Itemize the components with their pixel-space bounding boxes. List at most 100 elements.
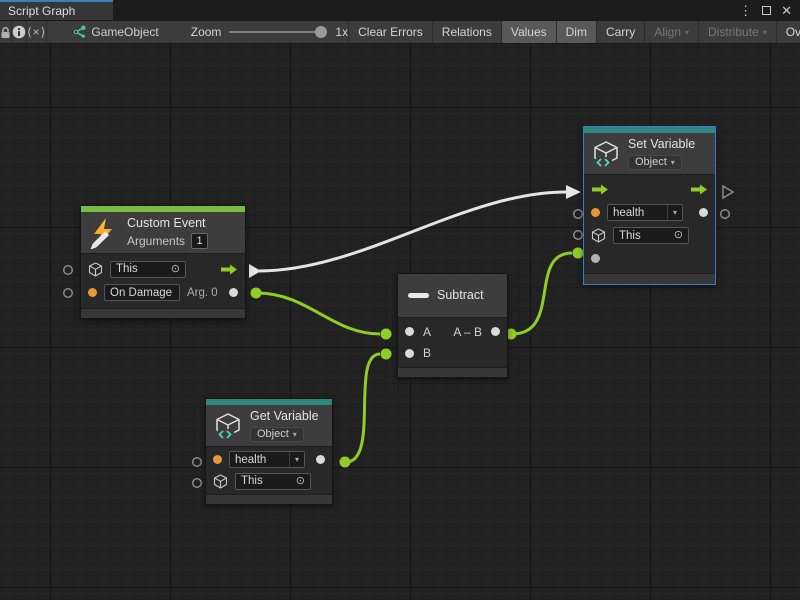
scope-dropdown[interactable]: Object ▾: [250, 427, 304, 442]
gameobject-label: GameObject: [91, 25, 158, 39]
node-header[interactable]: Get Variable Object ▾: [206, 405, 332, 447]
arg0-port-icon[interactable]: [229, 288, 238, 297]
name-port-icon[interactable]: [213, 455, 222, 464]
node-header[interactable]: Set Variable Object ▾: [584, 133, 715, 175]
wire-get-to-b: [346, 354, 380, 462]
code-view-button[interactable]: ⟨×⟩: [27, 21, 47, 43]
node-body: health ▾ This ⊙: [584, 175, 715, 273]
flow-out-arrow-icon[interactable]: [220, 264, 238, 275]
clear-errors-button[interactable]: Clear Errors: [348, 21, 433, 43]
port-setvar-target-in[interactable]: [574, 231, 583, 240]
value-in-port-icon[interactable]: [591, 254, 600, 263]
input-b-port-icon[interactable]: [405, 349, 414, 358]
chevron-down-icon: ▾: [293, 430, 297, 439]
relations-button[interactable]: Relations: [433, 21, 502, 43]
zoom-value: 1x: [335, 25, 348, 39]
wire-subtract-to-set: [512, 253, 572, 334]
node-subtract[interactable]: Subtract A A – B B: [397, 273, 508, 378]
output-port-icon[interactable]: [491, 327, 500, 336]
wire-arg0-to-a: [257, 293, 380, 334]
port-setvar-value-out[interactable]: [721, 210, 730, 219]
window-menu-icon[interactable]: ⋮: [739, 4, 752, 17]
event-name-field[interactable]: On Damage: [104, 284, 180, 301]
variable-name-dropdown[interactable]: health ▾: [229, 451, 305, 468]
arg0-label: Arg. 0: [187, 287, 218, 299]
info-button[interactable]: [12, 21, 27, 43]
event-port-icon[interactable]: [88, 288, 97, 297]
node-title: Set Variable: [628, 137, 695, 152]
close-icon[interactable]: ✕: [781, 4, 792, 17]
target-field[interactable]: This ⊙: [110, 261, 186, 278]
arguments-label: Arguments: [127, 234, 185, 248]
tab-label: Script Graph: [8, 4, 75, 18]
port-setvar-name-in[interactable]: [574, 210, 583, 219]
variable-name-dropdown[interactable]: health ▾: [607, 204, 683, 221]
zoom-slider-handle[interactable]: [315, 26, 327, 38]
custom-event-icon: [89, 217, 119, 249]
dim-toggle[interactable]: Dim: [557, 21, 597, 43]
input-a-label: A: [423, 325, 431, 339]
node-get-variable[interactable]: Get Variable Object ▾ health ▾: [205, 398, 333, 505]
target-field[interactable]: This ⊙: [613, 227, 689, 244]
distribute-button[interactable]: Distribute ▾: [699, 21, 777, 43]
node-header[interactable]: Subtract: [398, 274, 507, 318]
port-arg0-out[interactable]: [251, 288, 262, 299]
node-header[interactable]: Custom Event Arguments 1: [81, 212, 245, 254]
port-subtract-a-in[interactable]: [381, 329, 392, 340]
chevron-down-icon: ▾: [685, 28, 689, 37]
chevron-down-icon: ▾: [763, 28, 767, 37]
flow-in-arrow-icon[interactable]: [591, 184, 609, 195]
port-getvar-in-2[interactable]: [193, 479, 202, 488]
variable-icon: [214, 412, 242, 440]
port-getvar-out[interactable]: [340, 457, 351, 468]
gameobject-breadcrumb[interactable]: GameObject: [71, 21, 158, 43]
port-customevent-in-2[interactable]: [64, 289, 73, 298]
code-icon: ⟨×⟩: [27, 25, 46, 39]
lock-icon: [0, 26, 11, 39]
port-getvar-in-1[interactable]: [193, 458, 202, 467]
port-setvar-flow-out[interactable]: [723, 186, 733, 198]
node-footer: [584, 273, 715, 284]
node-title: Get Variable: [250, 409, 319, 424]
value-out-port-icon[interactable]: [316, 455, 325, 464]
name-port-icon[interactable]: [591, 208, 600, 217]
node-custom-event[interactable]: Custom Event Arguments 1 This ⊙: [80, 205, 246, 319]
object-picker-icon[interactable]: ⊙: [296, 476, 305, 487]
overview-button[interactable]: Overv: [777, 21, 800, 43]
node-body: This ⊙ On Damage Arg. 0: [81, 254, 245, 308]
dropdown-button[interactable]: ▾: [289, 452, 304, 467]
values-toggle[interactable]: Values: [502, 21, 557, 43]
node-set-variable[interactable]: Set Variable Object ▾: [583, 126, 716, 285]
dropdown-button[interactable]: ▾: [667, 205, 682, 220]
flow-out-arrow-icon[interactable]: [690, 184, 708, 195]
graph-toolbar: ⟨×⟩ GameObject Zoom 1x Clear Errors Rela…: [0, 20, 800, 44]
output-label: A – B: [453, 325, 482, 339]
graph-canvas[interactable]: Custom Event Arguments 1 This ⊙: [0, 44, 800, 600]
cube-icon: [591, 228, 606, 243]
port-subtract-b-in[interactable]: [381, 349, 392, 360]
object-picker-icon[interactable]: ⊙: [171, 264, 180, 275]
flow-source-triangle[interactable]: [249, 264, 261, 278]
variable-icon: [592, 140, 620, 168]
node-footer: [81, 308, 245, 318]
input-a-port-icon[interactable]: [405, 327, 414, 336]
tab-script-graph[interactable]: Script Graph: [0, 0, 113, 20]
carry-toggle[interactable]: Carry: [597, 21, 645, 43]
scope-dropdown[interactable]: Object ▾: [628, 155, 682, 170]
object-picker-icon[interactable]: ⊙: [674, 230, 683, 241]
port-customevent-in-1[interactable]: [64, 266, 73, 275]
wire-flow: [259, 192, 566, 271]
target-field[interactable]: This ⊙: [235, 473, 311, 490]
value-out-port-icon[interactable]: [699, 208, 708, 217]
lock-button[interactable]: [0, 21, 12, 43]
window-controls: ⋮ ✕: [739, 0, 800, 20]
arguments-input[interactable]: 1: [191, 233, 208, 249]
port-setvar-value-in[interactable]: [573, 248, 584, 259]
node-title: Subtract: [437, 288, 484, 303]
zoom-slider[interactable]: [229, 31, 321, 33]
zoom-label: Zoom: [191, 25, 222, 39]
align-button[interactable]: Align ▾: [645, 21, 699, 43]
chevron-down-icon: ▾: [295, 455, 299, 464]
maximize-icon[interactable]: [762, 6, 771, 15]
node-footer: [398, 367, 507, 377]
